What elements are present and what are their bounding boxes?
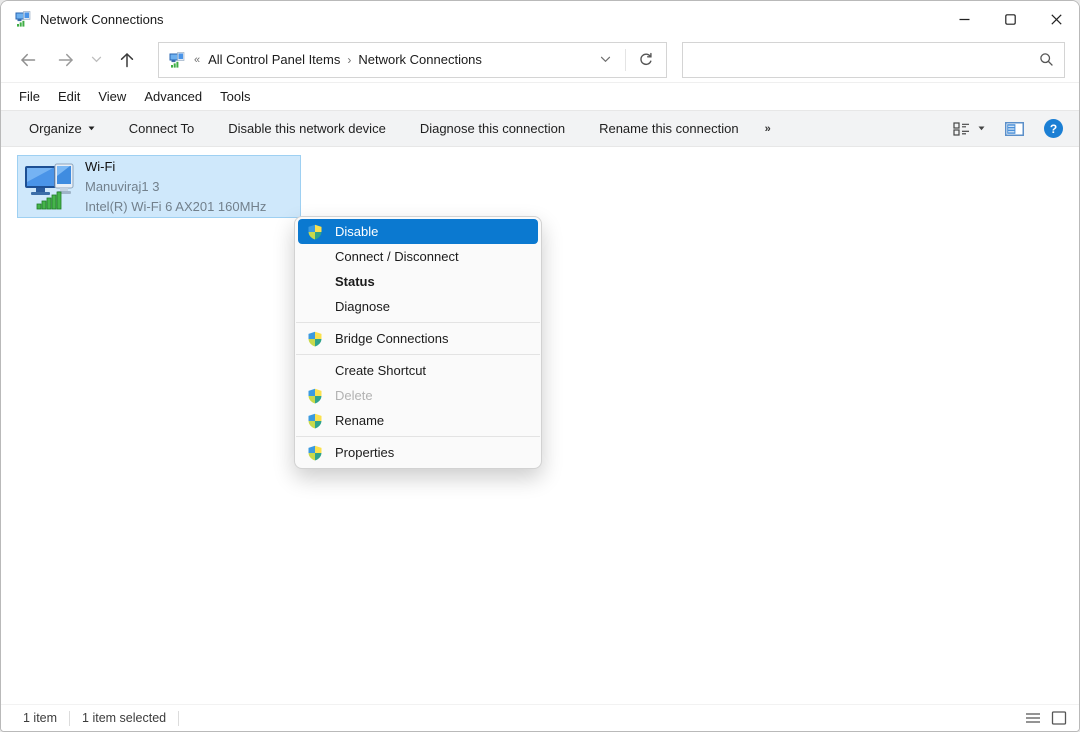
menu-separator [296, 436, 540, 437]
details-view-button[interactable] [1025, 711, 1041, 725]
change-view-button[interactable] [953, 121, 985, 137]
search-box [682, 42, 1065, 78]
rename-connection-button[interactable]: Rename this connection [599, 121, 738, 136]
recent-locations-button[interactable] [85, 43, 107, 77]
menu-item-label: Properties [335, 445, 394, 460]
context-menu-item-properties[interactable]: Properties [298, 440, 538, 465]
disable-device-button[interactable]: Disable this network device [228, 121, 386, 136]
breadcrumb-all-control-panel-items[interactable]: All Control Panel Items [203, 52, 345, 67]
context-menu-item-rename[interactable]: Rename [298, 408, 538, 433]
uac-shield-icon [307, 331, 335, 347]
help-icon: ? [1050, 122, 1057, 136]
large-icons-view-button[interactable] [1051, 711, 1067, 725]
view-options-icon [953, 121, 970, 137]
menu-item-label: Disable [335, 224, 378, 239]
menu-tools[interactable]: Tools [211, 85, 259, 108]
breadcrumb-separator-icon[interactable]: › [345, 53, 353, 67]
maximize-button[interactable] [987, 1, 1033, 37]
connect-to-button[interactable]: Connect To [129, 121, 195, 136]
refresh-icon [638, 52, 654, 68]
thumbnail-view-icon [1051, 711, 1067, 725]
address-bar[interactable]: « All Control Panel Items › Network Conn… [158, 42, 667, 78]
navigation-bar: « All Control Panel Items › Network Conn… [1, 37, 1079, 83]
statusbar-view-buttons [1025, 711, 1067, 725]
breadcrumb-network-connections[interactable]: Network Connections [353, 52, 487, 67]
connection-network-name: Manuviraj1 3 [85, 177, 266, 197]
connection-device-name: Intel(R) Wi-Fi 6 AX201 160MHz [85, 197, 266, 217]
menu-edit[interactable]: Edit [49, 85, 89, 108]
up-button[interactable] [107, 43, 147, 77]
window-controls [941, 1, 1079, 37]
close-button[interactable] [1033, 1, 1079, 37]
address-location-icon [169, 52, 185, 68]
context-menu-item-disable[interactable]: Disable [298, 219, 538, 244]
uac-shield-icon [307, 388, 335, 404]
forward-arrow-icon [57, 52, 75, 68]
menu-bar: File Edit View Advanced Tools [1, 83, 1079, 110]
address-divider [625, 49, 626, 71]
connection-name: Wi-Fi [85, 157, 266, 177]
context-menu-item-diagnose[interactable]: Diagnose [298, 294, 538, 319]
wifi-adapter-icon [24, 163, 78, 210]
window-title: Network Connections [40, 12, 164, 27]
forward-button[interactable] [47, 43, 85, 77]
menu-item-label: Connect / Disconnect [335, 249, 459, 264]
caret-down-icon [88, 126, 95, 131]
list-view-icon [1025, 711, 1041, 725]
context-menu-item-status[interactable]: Status [298, 269, 538, 294]
uac-shield-icon [307, 413, 335, 429]
command-toolbar: Organize Connect To Disable this network… [1, 110, 1079, 147]
back-arrow-icon [19, 52, 37, 68]
menu-advanced[interactable]: Advanced [135, 85, 211, 108]
network-connections-window: Network Connections [0, 0, 1080, 732]
statusbar-divider [178, 711, 179, 726]
item-count: 1 item [23, 711, 57, 725]
refresh-button[interactable] [632, 52, 660, 68]
back-button[interactable] [9, 43, 47, 77]
address-dropdown-button[interactable] [592, 56, 619, 63]
menu-item-label: Bridge Connections [335, 331, 448, 346]
menu-item-label: Status [335, 274, 375, 289]
wifi-connection-text: Wi-Fi Manuviraj1 3 Intel(R) Wi-Fi 6 AX20… [85, 157, 266, 217]
breadcrumb-overflow[interactable]: « [188, 54, 203, 66]
organize-label: Organize [29, 121, 82, 136]
title-bar: Network Connections [1, 1, 1079, 37]
menu-separator [296, 354, 540, 355]
context-menu-item-delete: Delete [298, 383, 538, 408]
toolbar-overflow-button[interactable]: » [765, 123, 772, 135]
menu-item-label: Delete [335, 388, 373, 403]
diagnose-connection-button[interactable]: Diagnose this connection [420, 121, 565, 136]
help-button[interactable]: ? [1044, 119, 1063, 138]
context-menu: Disable Connect / Disconnect Status Diag… [294, 216, 542, 469]
menu-separator [296, 322, 540, 323]
preview-pane-icon [1005, 121, 1024, 137]
menu-view[interactable]: View [89, 85, 135, 108]
up-arrow-icon [119, 51, 135, 69]
uac-shield-icon [307, 445, 335, 461]
menu-item-label: Create Shortcut [335, 363, 426, 378]
minimize-button[interactable] [941, 1, 987, 37]
toolbar-right-group: ? [953, 119, 1063, 138]
chevron-down-icon [600, 56, 611, 63]
search-icon[interactable] [1039, 52, 1054, 67]
statusbar-divider [69, 711, 70, 726]
connections-list-area[interactable]: Wi-Fi Manuviraj1 3 Intel(R) Wi-Fi 6 AX20… [1, 147, 1079, 704]
caret-down-icon [978, 126, 985, 131]
context-menu-item-create-shortcut[interactable]: Create Shortcut [298, 358, 538, 383]
menu-item-label: Diagnose [335, 299, 390, 314]
status-bar: 1 item 1 item selected [1, 704, 1079, 731]
context-menu-item-connect-disconnect[interactable]: Connect / Disconnect [298, 244, 538, 269]
chevron-down-icon [91, 56, 102, 63]
organize-button[interactable]: Organize [29, 121, 95, 136]
menu-item-label: Rename [335, 413, 384, 428]
search-input[interactable] [693, 52, 1039, 67]
preview-pane-button[interactable] [1005, 121, 1024, 137]
selection-count: 1 item selected [82, 711, 166, 725]
network-connections-icon [15, 11, 31, 27]
uac-shield-icon [307, 224, 335, 240]
menu-file[interactable]: File [10, 85, 49, 108]
context-menu-item-bridge-connections[interactable]: Bridge Connections [298, 326, 538, 351]
wifi-connection-item[interactable]: Wi-Fi Manuviraj1 3 Intel(R) Wi-Fi 6 AX20… [17, 155, 301, 218]
